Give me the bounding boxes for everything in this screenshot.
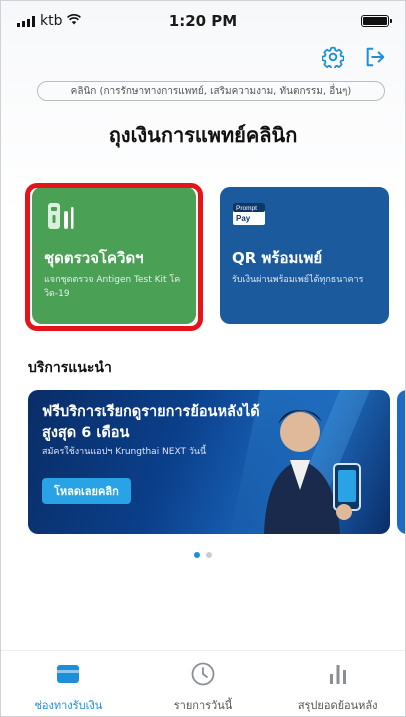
category-pill[interactable]: คลินิก (การรักษาทางการแพทย์, เสริมความงา… [37, 81, 385, 101]
qr-card-desc: รับเงินผ่านพร้อมเพย์ได้ทุกธนาคาร [232, 275, 364, 285]
header-actions [321, 45, 387, 69]
banner-title: ฟรีบริการเรียกดูรายการย้อนหลังได้สูงสุด … [42, 404, 260, 441]
nav-history-summary[interactable]: สรุปยอดย้อนหลัง [270, 651, 405, 716]
bottom-nav: ช่องทางรับเงิน รายการวันนี้ สรุปยอดย้อนห… [1, 650, 405, 716]
promptpay-icon-top: Prompt [236, 205, 257, 212]
page-title: ถุงเงินการแพทย์คลินิก [108, 123, 298, 147]
qr-promptpay-card[interactable]: Prompt Pay QR พร้อมเพย์ รับเงินผ่านพร้อม… [220, 187, 389, 324]
app-screen: ktb 1:20 PM คลินิก (การรักษาทางการแพทย์,… [0, 0, 406, 717]
test-kit-icon [44, 201, 184, 231]
carousel-indicator [1, 552, 405, 558]
nav-label-history: สรุปยอดย้อนหลัง [297, 699, 378, 712]
qr-card-title: QR พร้อมเพย์ [232, 249, 323, 267]
banner-subtitle: สมัครใช้งานแอปฯ Krungthai NEXT วันนี้ [42, 447, 207, 457]
promptpay-icon-bottom: Pay [236, 214, 251, 223]
next-banner-peek[interactable] [397, 390, 405, 534]
logout-icon[interactable] [363, 45, 387, 69]
nav-payment-channels[interactable]: ช่องทางรับเงิน [1, 651, 136, 716]
covid-test-kit-card[interactable]: ชุดตรวจโควิดฯ แจกชุดตรวจ Antigen Test Ki… [32, 187, 196, 324]
status-bar: ktb 1:20 PM [1, 1, 405, 41]
banner-download-button[interactable]: โหลดเลยคลิก [42, 478, 131, 504]
recommended-section-title: บริการแนะนำ [28, 360, 112, 376]
clock-icon [189, 661, 217, 687]
carousel-dot-2[interactable] [206, 552, 212, 558]
wallet-icon [54, 661, 82, 687]
covid-card-title: ชุดตรวจโควิดฯ [44, 249, 144, 267]
nav-label-payment-channels: ช่องทางรับเงิน [34, 699, 103, 712]
carousel-dot-1[interactable] [194, 552, 200, 558]
bar-chart-icon [324, 661, 352, 687]
settings-gear-icon[interactable] [321, 45, 345, 69]
promptpay-icon: Prompt Pay [232, 201, 377, 231]
nav-label-today: รายการวันนี้ [173, 699, 233, 712]
status-time: 1:20 PM [168, 12, 238, 30]
covid-card-desc: แจกชุดตรวจ Antigen Test Kit โควิด-19 [44, 275, 181, 299]
battery-icon [361, 15, 392, 27]
promo-banner[interactable]: ฟรีบริการเรียกดูรายการย้อนหลังได้สูงสุด … [28, 390, 390, 534]
nav-today-transactions[interactable]: รายการวันนี้ [136, 651, 271, 716]
